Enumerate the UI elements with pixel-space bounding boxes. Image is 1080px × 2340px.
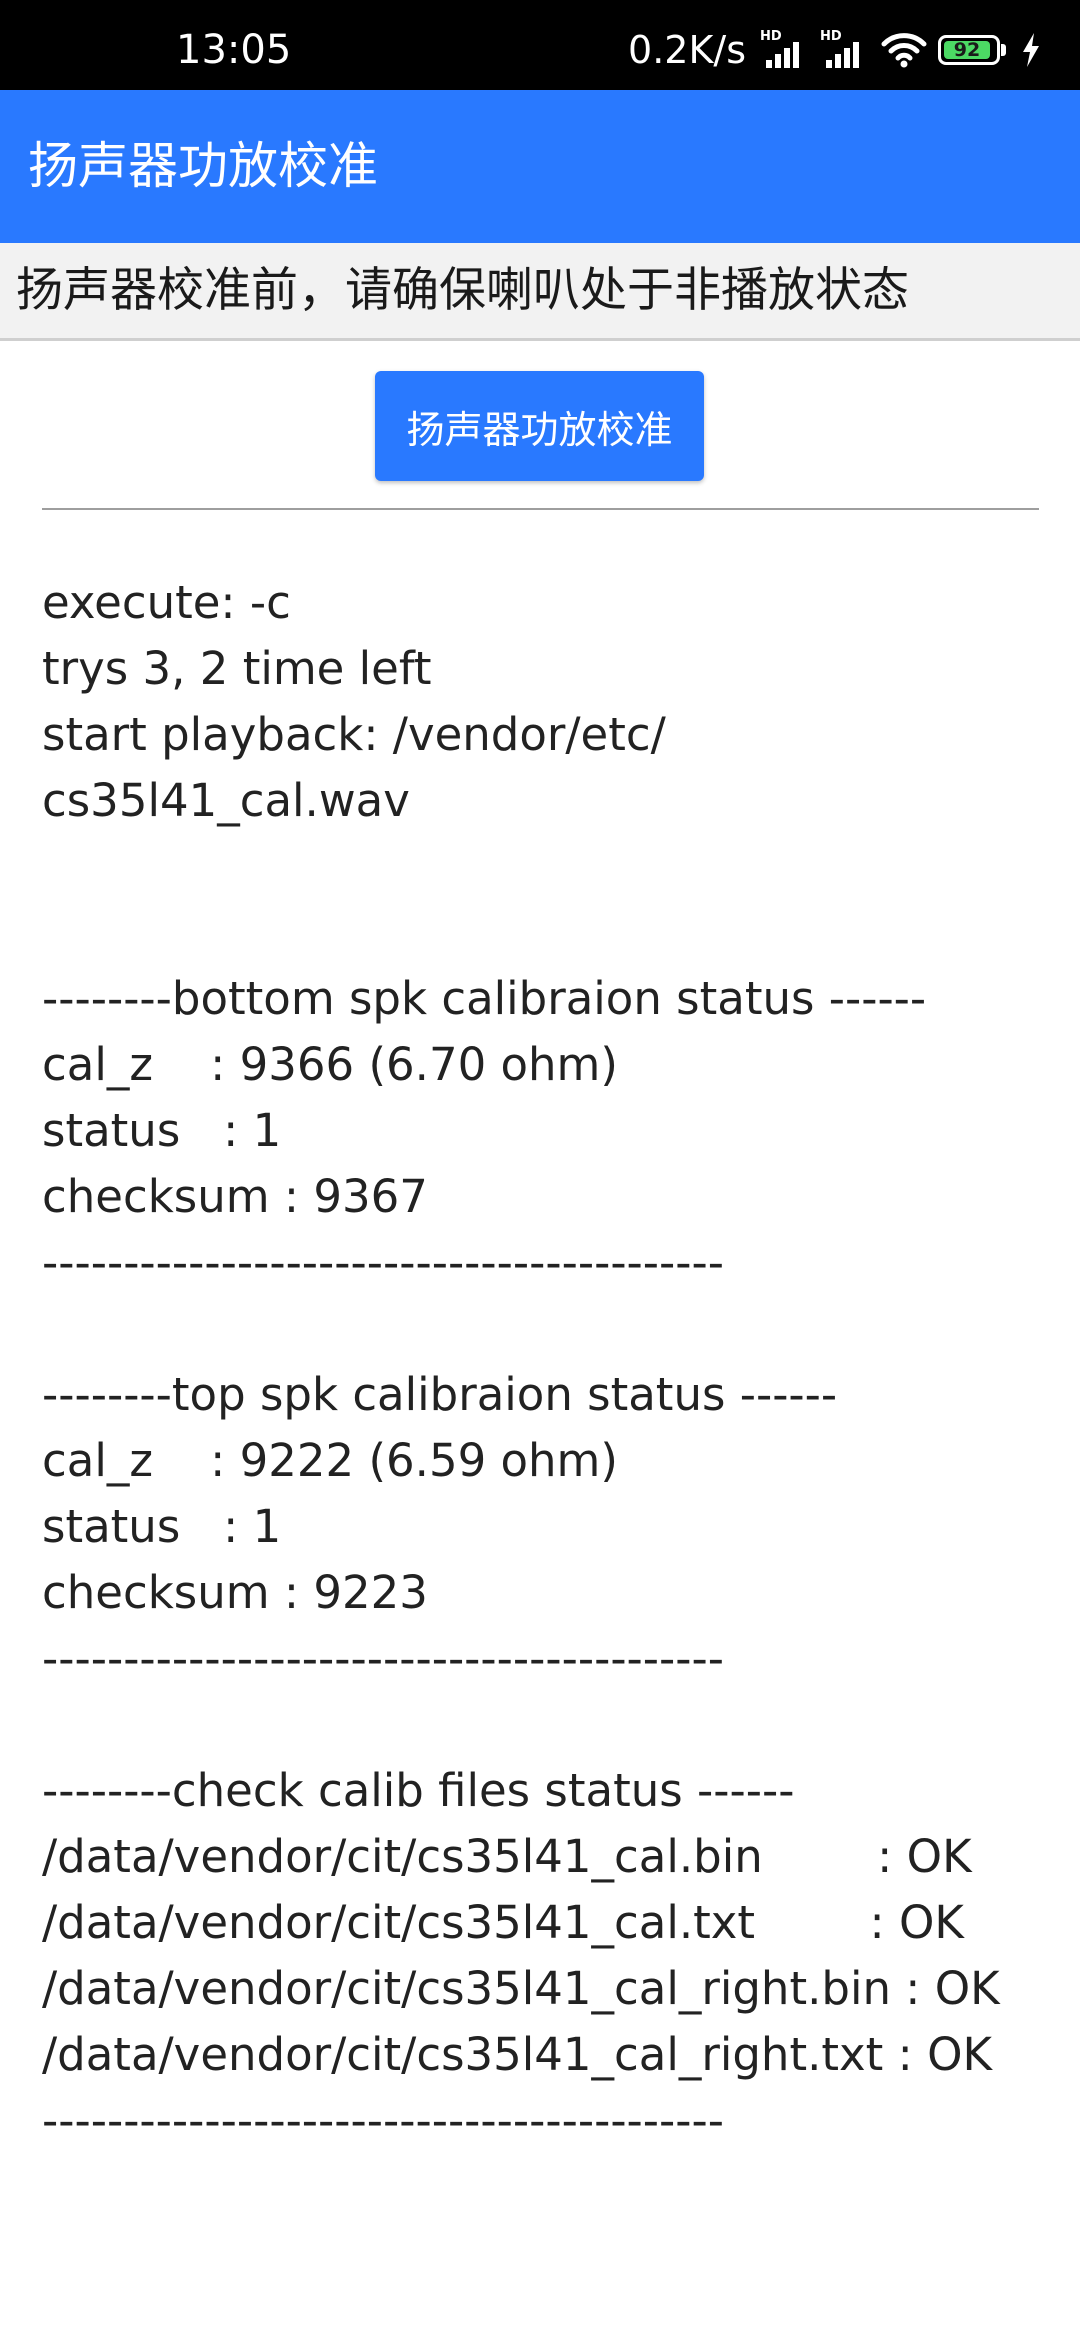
page-title: 扬声器功放校准 [28,137,378,195]
signal-2-icon: HD [820,30,870,70]
log-line: /data/vendor/cit/cs35l41_cal_right.bin :… [42,1962,1000,2015]
log-line: /data/vendor/cit/cs35l41_cal_right.txt :… [42,2028,993,2081]
battery-level: 92 [944,39,990,61]
notice-text: 扬声器校准前，请确保喇叭处于非播放状态 [16,263,909,318]
log-line: --------bottom spk calibraion status ---… [42,972,927,1025]
notice-banner: 扬声器校准前，请确保喇叭处于非播放状态 [0,243,1080,341]
charging-bolt-icon [1023,33,1039,67]
wifi-icon [881,33,927,68]
divider [42,508,1039,510]
log-line: /data/vendor/cit/cs35l41_cal.bin : OK [42,1830,972,1883]
battery-icon: 92 [938,33,1010,67]
network-speed: 0.2K/s [628,28,746,72]
log-line: cal_z : 9366 (6.70 ohm) [42,1038,618,1091]
log-line: status : 1 [42,1500,282,1553]
status-bar: 13:05 0.2K/s HD HD 92 [0,0,1080,90]
log-line: cal_z : 9222 (6.59 ohm) [42,1434,618,1487]
app-bar: 扬声器功放校准 [0,90,1080,243]
signal-1-icon: HD [760,30,810,70]
log-line: cs35l41_cal.wav [42,774,410,827]
log-line: status : 1 [42,1104,282,1157]
log-line: checksum : 9223 [42,1566,428,1619]
log-line: execute: -c [42,576,291,629]
calibration-log: execute: -c trys 3, 2 time left start play… [42,570,1062,2154]
log-line: checksum : 9367 [42,1170,428,1223]
log-line: ----------------------------------------… [42,2094,724,2147]
log-line: --------check calib files status ------ [42,1764,795,1817]
log-line: --------top spk calibraion status ------ [42,1368,838,1421]
log-line: ----------------------------------------… [42,1632,724,1685]
status-time: 13:05 [176,27,292,73]
log-line: start playback: /vendor/etc/ [42,708,666,761]
log-line: trys 3, 2 time left [42,642,432,695]
log-line: ----------------------------------------… [42,1236,724,1289]
status-icons: 0.2K/s HD HD 92 [628,26,1042,74]
calibrate-button[interactable]: 扬声器功放校准 [375,371,704,481]
log-line: /data/vendor/cit/cs35l41_cal.txt : OK [42,1896,964,1949]
